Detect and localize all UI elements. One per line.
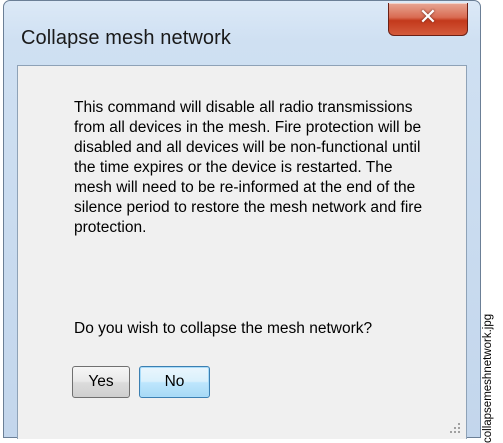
close-button[interactable]: ✕ (388, 3, 468, 36)
dialog-body: This command will disable all radio tran… (17, 65, 467, 439)
confirm-question: Do you wish to collapse the mesh network… (74, 320, 373, 337)
figure-filename-label: collapsemeshnetwork.jpg (482, 313, 494, 443)
dialog-window: Collapse mesh network ✕ This command wil… (3, 0, 481, 439)
yes-button[interactable]: Yes (72, 366, 130, 398)
warning-message: This command will disable all radio tran… (74, 99, 423, 236)
screenshot-stage: Collapse mesh network ✕ This command wil… (0, 0, 503, 443)
title-bar[interactable]: Collapse mesh network ✕ (4, 1, 480, 65)
no-button[interactable]: No (139, 366, 210, 398)
window-title: Collapse mesh network (21, 27, 231, 49)
resize-grip-icon[interactable] (450, 423, 462, 435)
close-icon: ✕ (418, 5, 438, 30)
